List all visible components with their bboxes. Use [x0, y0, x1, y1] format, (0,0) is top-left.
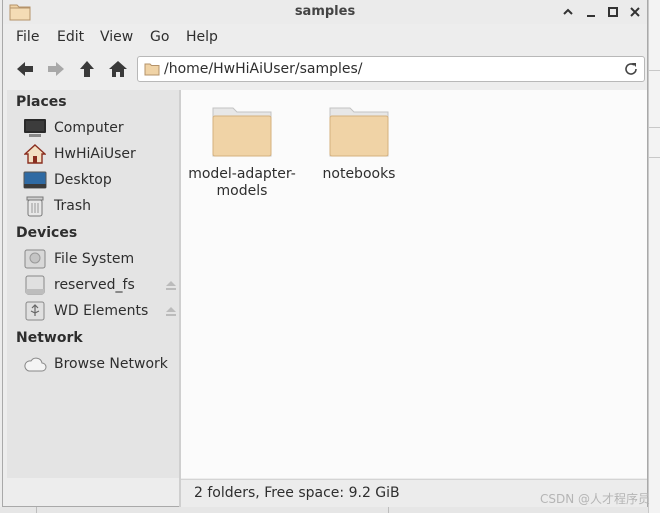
file-manager-window: samples File Edit View Go Help /home/HwH… [2, 0, 648, 507]
menu-help[interactable]: Help [186, 29, 218, 45]
drive-icon [23, 248, 47, 270]
file-view[interactable]: model-adapter- models notebooks [181, 90, 647, 478]
bg-divider [649, 127, 660, 128]
watermark: CSDN @人才程序员 [539, 492, 650, 506]
arrow-left-icon [17, 62, 33, 76]
forward-button[interactable] [43, 58, 69, 80]
title-bar[interactable]: samples [3, 0, 647, 24]
bg-divider [649, 70, 660, 71]
folder-name-line: model-adapter- [188, 166, 296, 182]
close-icon [630, 7, 640, 17]
close-button[interactable] [626, 3, 644, 21]
sidebar-header-devices: Devices [16, 225, 78, 241]
sidebar-item-desktop[interactable]: Desktop [23, 168, 179, 192]
trash-icon [23, 195, 47, 217]
bg-divider [388, 507, 389, 513]
reload-icon[interactable] [622, 60, 640, 78]
menu-go[interactable]: Go [150, 29, 169, 45]
network-cloud-icon [23, 353, 47, 375]
bg-divider [36, 507, 37, 513]
desktop-icon [23, 169, 47, 191]
up-button[interactable] [74, 58, 100, 80]
sidebar-item-label: Trash [54, 198, 91, 214]
usb-drive-icon [23, 300, 47, 322]
sidebar-item-label: File System [54, 251, 135, 267]
shade-button[interactable] [559, 3, 577, 21]
window-title: samples [294, 4, 356, 19]
sidebar-header-network: Network [16, 330, 83, 346]
menu-bar: File Edit View Go Help [3, 25, 647, 49]
sidebar-header-places: Places [16, 94, 67, 110]
sidebar-item-file-system[interactable]: File System [23, 247, 179, 271]
background-window [648, 0, 660, 513]
sidebar-item-label: Desktop [54, 172, 112, 188]
folder-icon [329, 107, 389, 157]
background-window-bottom [0, 507, 648, 513]
back-button[interactable] [12, 58, 38, 80]
folder-name-line: notebooks [322, 166, 396, 182]
sidebar-item-wd-elements[interactable]: WD Elements [23, 299, 179, 323]
location-bar[interactable] [137, 56, 645, 82]
sidebar-item-home[interactable]: HwHiAiUser [23, 142, 179, 166]
folder-item-notebooks[interactable]: notebooks [304, 104, 414, 183]
maximize-icon [608, 7, 618, 17]
home-folder-icon [23, 143, 47, 165]
sidebar-item-label: WD Elements [54, 303, 149, 319]
computer-icon [23, 117, 47, 139]
folder-icon [144, 63, 160, 76]
maximize-button[interactable] [604, 3, 622, 21]
toolbar [3, 52, 647, 86]
menu-edit[interactable]: Edit [57, 29, 84, 45]
folder-icon [212, 107, 272, 157]
sidebar-item-computer[interactable]: Computer [23, 116, 179, 140]
location-input[interactable] [164, 59, 604, 79]
minimize-button[interactable] [582, 3, 600, 21]
arrow-right-icon [48, 62, 64, 76]
status-text: 2 folders, Free space: 9.2 GiB [194, 485, 400, 501]
sidebar-item-label: HwHiAiUser [54, 146, 136, 162]
sidebar-item-trash[interactable]: Trash [23, 194, 179, 218]
sidebar-item-label: Computer [54, 120, 124, 136]
menu-view[interactable]: View [100, 29, 133, 45]
sidebar-item-label: reserved_fs [54, 277, 135, 293]
arrow-up-icon [80, 61, 94, 77]
drive-icon [23, 274, 47, 296]
sidebar-item-reserved-fs[interactable]: reserved_fs [23, 273, 179, 297]
home-button[interactable] [105, 58, 131, 80]
sidebar-item-label: Browse Network [54, 356, 168, 372]
menu-file[interactable]: File [16, 29, 39, 45]
folder-item-model-adapter-models[interactable]: model-adapter- models [187, 104, 297, 200]
minimize-icon [587, 15, 595, 17]
home-icon [109, 61, 127, 77]
bg-divider [649, 157, 660, 158]
eject-icon[interactable] [165, 305, 177, 317]
sidebar-item-browse-network[interactable]: Browse Network [23, 352, 179, 376]
chevron-up-icon [563, 8, 573, 15]
sidebar: Places Computer HwHiAiUser Desktop Trash [7, 90, 179, 478]
folder-name-line: models [216, 183, 268, 199]
eject-icon[interactable] [165, 279, 177, 291]
